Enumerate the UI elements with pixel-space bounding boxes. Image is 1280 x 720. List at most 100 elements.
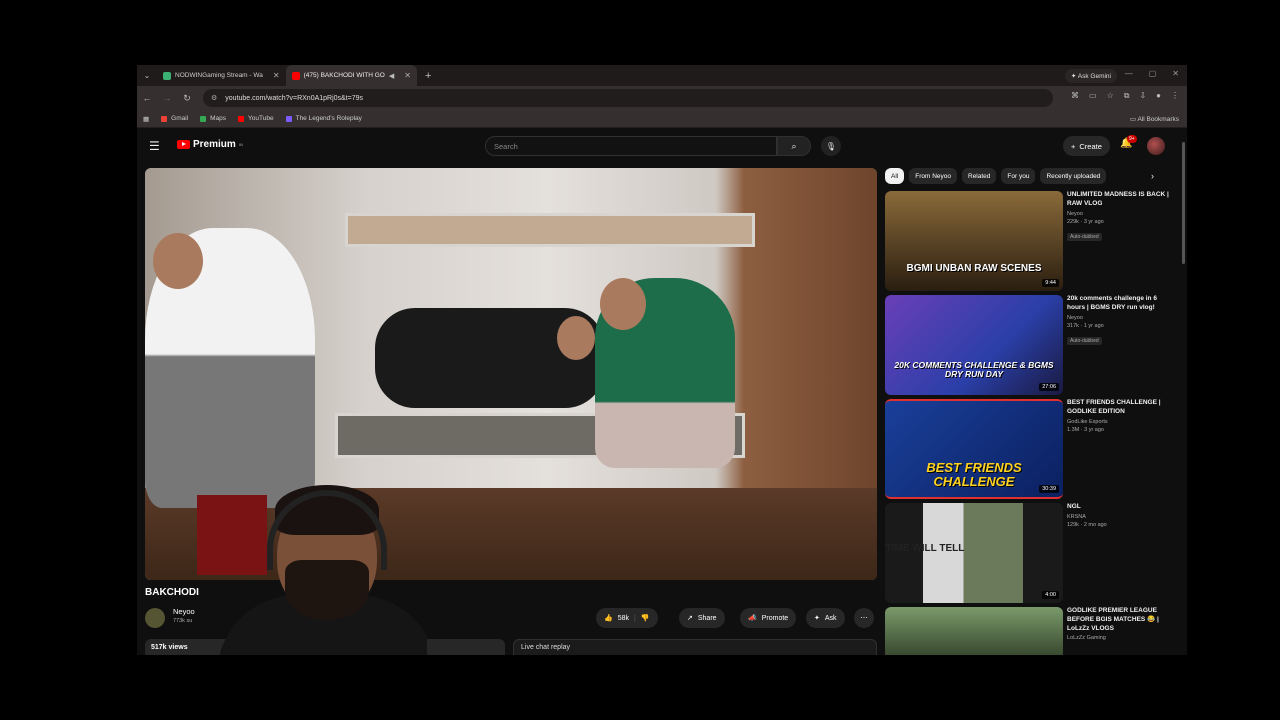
new-tab-button[interactable]: + [425,70,431,82]
tab-nodwin[interactable]: NODWINGaming Stream - Wa ✕ [157,65,286,86]
promote-group: 📣 Promote [740,608,797,628]
hamburger-menu-icon[interactable]: ☰ [149,139,160,153]
list-item[interactable]: BEST FRIENDS CHALLENGE 30:39 BEST FRIEND… [885,399,1175,499]
view-count: 517k views [151,644,188,651]
bookmark-gmail[interactable]: Gmail [161,115,188,122]
share-group: ↗ Share [679,608,725,628]
megaphone-icon: 📣 [748,615,757,622]
scrollbar[interactable] [1181,137,1185,655]
list-item[interactable]: TIME WILL TELL 4:00 NGL KRSNA 129k · 2 m… [885,503,1175,603]
create-label: Create [1079,141,1102,151]
thumbs-down-icon[interactable]: 👎 [641,614,650,622]
cast-icon[interactable]: ▭ [1089,91,1097,101]
menu-icon[interactable]: ⋮ [1171,91,1179,101]
rec-info: GODLIKE PREMIER LEAGUE BEFORE BGIS MATCH… [1067,607,1173,641]
thumbs-up-icon: 👍 [604,615,613,622]
forward-icon[interactable]: → [157,93,177,103]
translate-icon[interactable]: ⌘ [1071,91,1079,101]
rec-channel[interactable]: GodLike Esports [1067,419,1173,425]
logo-region: IN [238,142,243,147]
rec-channel[interactable]: Neyoo [1067,211,1173,217]
minimize-icon[interactable]: — [1125,69,1133,78]
rec-channel[interactable]: Neyoo [1067,315,1173,321]
site-info-icon[interactable]: ⚙ [211,94,217,102]
chip-from-neyoo[interactable]: From Neyoo [909,168,957,184]
subscriber-count: 773k su [173,618,193,624]
apps-icon[interactable]: ▦ [143,115,149,123]
duration-badge: 30:39 [1039,485,1059,493]
voice-search-button[interactable]: 🎙 [821,136,841,156]
ask-gemini-button[interactable]: ✦ Ask Gemini [1064,69,1117,83]
scrollbar-thumb[interactable] [1182,142,1185,264]
close-window-icon[interactable]: ✕ [1172,69,1179,78]
youtube-icon [238,115,245,122]
notifications-button[interactable]: 🔔 9+ [1120,135,1137,149]
bookmark-legends[interactable]: The Legend's Roleplay [285,115,362,122]
downloads-icon[interactable]: ⇩ [1139,91,1146,101]
list-item[interactable]: BGMI UNBAN RAW SCENES 9:44 UNLIMITED MAD… [885,191,1175,291]
thumbnail-text: TIME WILL TELL [885,543,965,554]
video-thumbnail[interactable]: BGMI UNBAN RAW SCENES 9:44 [885,191,1063,291]
rec-channel[interactable]: KRSNA [1067,514,1173,520]
plus-icon: + [1071,141,1076,151]
promote-button[interactable]: 📣 Promote [740,608,797,628]
share-button[interactable]: ↗ Share [679,608,725,628]
chip-related[interactable]: Related [962,168,997,184]
bookmark-star-icon[interactable]: ☆ [1107,91,1114,101]
auto-dubbed-badge: Auto-dubbed [1067,336,1102,345]
profile-icon[interactable]: ● [1156,91,1161,101]
all-bookmarks[interactable]: ▭ All Bookmarks [1130,115,1179,123]
rec-channel[interactable]: LoLzZz Gaming [1067,635,1173,641]
bookmark-maps[interactable]: Maps [200,115,226,122]
tab-youtube[interactable]: (475) BAKCHODI WITH GO ◀ ✕ [285,65,417,86]
tab-title: (475) BAKCHODI WITH GO [303,72,385,79]
like-button[interactable]: 👍 58k | 👎 [596,608,658,628]
video-thumbnail[interactable]: BEST FRIENDS CHALLENGE 30:39 [885,399,1063,499]
create-button[interactable]: + Create [1063,136,1110,156]
chip-recently-uploaded[interactable]: Recently uploaded [1040,168,1107,184]
rec-info: 20k comments challenge in 6 hours | BGMS… [1067,295,1173,347]
list-item[interactable]: 20K COMMENTS CHALLENGE & BGMS DRY RUN DA… [885,295,1175,395]
close-icon[interactable]: ✕ [404,71,411,80]
maximize-icon[interactable]: ▢ [1149,69,1157,78]
reload-icon[interactable]: ↻ [177,93,197,104]
search-placeholder: Search [494,141,518,151]
channel-name[interactable]: Neyoo [173,607,195,616]
chip-for-you[interactable]: For you [1001,168,1036,184]
tab-favicon [163,71,171,80]
chevron-right-icon[interactable]: › [1151,171,1154,181]
rec-title: NGL [1067,503,1081,510]
bookmark-youtube[interactable]: YouTube [238,115,274,122]
chip-all[interactable]: All [885,168,905,184]
duration-badge: 27:06 [1039,383,1059,391]
share-label: Share [697,614,717,622]
more-actions-button[interactable]: ⋯ [854,608,874,628]
list-item[interactable]: GODLIKE PREMIER LEAGUE BEFORE BGIS MATCH… [885,607,1175,655]
youtube-logo[interactable]: Premium IN [177,139,243,150]
youtube-header: ☰ Premium IN Search ⌕ 🎙 + Create 🔔 9+ [137,128,1187,164]
address-bar[interactable]: ⚙ youtube.com/watch?v=RXn0A1pRj0s&t=79s [203,89,1053,107]
tab-search-icon[interactable]: ⌄ [137,65,157,86]
back-icon[interactable]: ← [137,93,157,103]
youtube-play-icon [177,140,190,149]
video-thumbnail[interactable]: TIME WILL TELL 4:00 [885,503,1063,603]
close-icon[interactable]: ✕ [273,71,280,80]
channel-avatar[interactable] [145,608,165,628]
gmail-icon [161,115,168,122]
video-thumbnail[interactable] [885,607,1063,655]
ask-gemini-label: Ask Gemini [1077,73,1111,80]
ask-button[interactable]: ✦ Ask [806,608,845,628]
video-thumbnail[interactable]: 20K COMMENTS CHALLENGE & BGMS DRY RUN DA… [885,295,1063,395]
webcam-background [197,495,267,575]
speaker-icon[interactable]: ◀ [389,72,394,80]
extensions-icon[interactable]: ⧉ [1124,91,1130,101]
search-input[interactable]: Search [485,136,777,156]
avatar[interactable] [1147,137,1165,155]
live-chat-replay[interactable]: Live chat replay [513,639,877,655]
rec-title: BEST FRIENDS CHALLENGE | GODLIKE EDITION [1067,399,1161,415]
thumbnail-text: 20K COMMENTS CHALLENGE & BGMS DRY RUN DA… [894,360,1054,380]
legends-icon [285,115,292,122]
search-button[interactable]: ⌕ [777,136,811,156]
bookmark-label: Maps [210,115,227,122]
ask-group: ✦ Ask [806,608,845,628]
